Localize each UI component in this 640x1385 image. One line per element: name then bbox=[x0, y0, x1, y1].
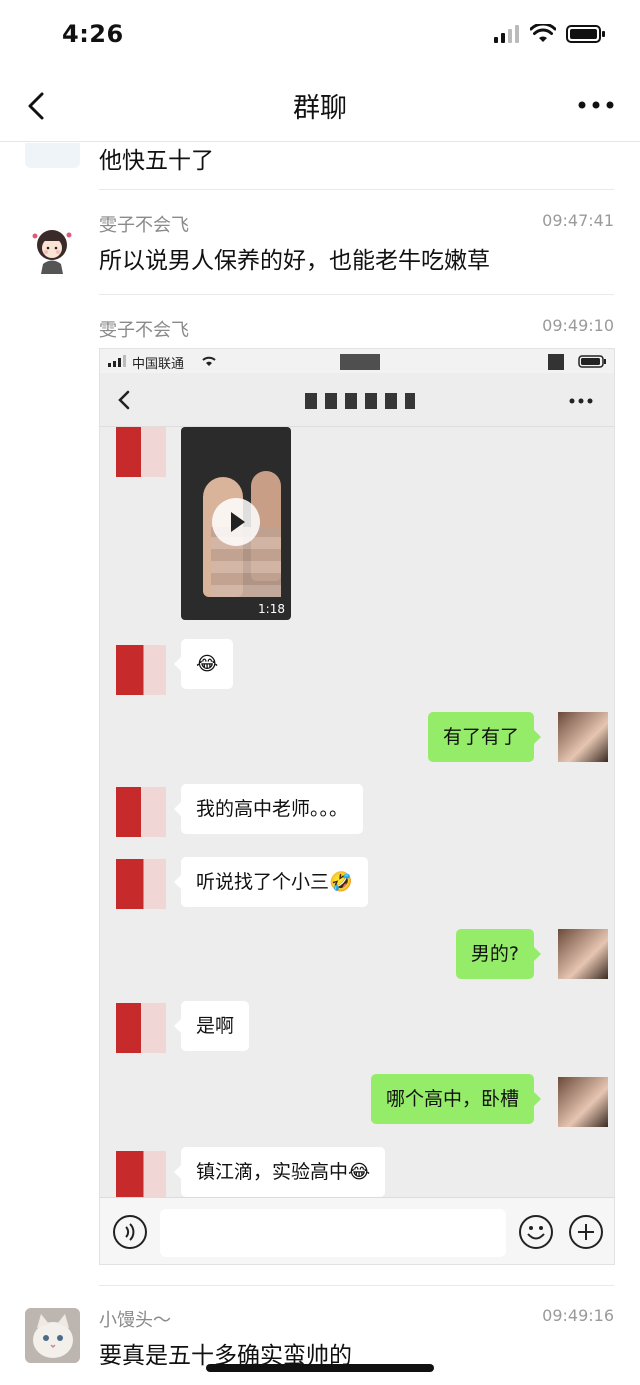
message-time: 09:49:16 bbox=[542, 1306, 614, 1325]
divider bbox=[99, 189, 614, 190]
sender-name: 雯子不会飞 bbox=[99, 320, 189, 341]
signal-icon bbox=[494, 25, 519, 43]
pixelated-avatar bbox=[116, 645, 166, 695]
message-bubble: 镇江滴，实验高中😂 bbox=[173, 1147, 386, 1197]
message-bubble: 😂 bbox=[173, 639, 234, 689]
message-time: 09:49:10 bbox=[542, 316, 614, 335]
pixelated-area bbox=[340, 354, 380, 370]
avatar[interactable] bbox=[25, 219, 80, 274]
pixelated-avatar bbox=[558, 1077, 608, 1127]
embedded-nav-bar bbox=[100, 373, 614, 427]
more-icon[interactable] bbox=[576, 90, 616, 120]
play-icon bbox=[212, 498, 260, 546]
carrier-name: 中国联通 bbox=[132, 357, 185, 372]
pixelated-avatar bbox=[116, 1151, 166, 1201]
chat-list[interactable]: 他快五十了 雯子不会飞 09:47:41 所以说男人保养的好，也能老牛吃嫩草 雯 bbox=[0, 143, 640, 1385]
sender-name: 小馒头～ bbox=[99, 1310, 171, 1331]
pixelated-avatar bbox=[116, 427, 166, 477]
more-icon bbox=[569, 398, 593, 404]
message-bubble: 哪个高中，卧槽 bbox=[370, 1074, 542, 1124]
embedded-input-bar bbox=[100, 1197, 614, 1264]
pixelated-avatar bbox=[558, 712, 608, 762]
battery-icon bbox=[578, 355, 606, 368]
message-bubble: 男的? bbox=[455, 929, 542, 979]
divider bbox=[99, 294, 614, 295]
message-bubble: 我的高中老师。。。 bbox=[173, 784, 364, 834]
emoji-icon bbox=[519, 1215, 553, 1249]
video-duration: 1:18 bbox=[258, 602, 285, 616]
embedded-status-bar: 中国联通 bbox=[100, 349, 614, 373]
video-thumbnail: 1:18 bbox=[181, 427, 291, 620]
pixelated-avatar bbox=[558, 929, 608, 979]
wifi-icon bbox=[202, 356, 216, 366]
image-message[interactable]: 中国联通 1:18 😂 有了有了 我的高中老师。。。 听说找了个小三🤣 男的? … bbox=[99, 348, 615, 1265]
nav-bar: 群聊 bbox=[0, 70, 640, 142]
sender-name: 雯子不会飞 bbox=[99, 215, 189, 236]
wifi-icon bbox=[530, 24, 556, 42]
embedded-input-field bbox=[160, 1209, 506, 1257]
plus-icon bbox=[569, 1215, 603, 1249]
avatar[interactable] bbox=[25, 143, 80, 168]
voice-icon bbox=[113, 1215, 147, 1249]
embedded-chat: 1:18 😂 有了有了 我的高中老师。。。 听说找了个小三🤣 男的? 是啊 哪个… bbox=[100, 427, 614, 1201]
message-text: 所以说男人保养的好，也能老牛吃嫩草 bbox=[99, 248, 490, 274]
message-bubble: 是啊 bbox=[173, 1001, 250, 1051]
signal-icon bbox=[108, 355, 126, 367]
divider bbox=[99, 1285, 614, 1286]
cat-avatar-icon bbox=[25, 1308, 80, 1363]
message-bubble: 有了有了 bbox=[427, 712, 542, 762]
cartoon-girl-avatar-icon bbox=[32, 230, 72, 274]
status-icons bbox=[494, 24, 606, 44]
status-bar: 4:26 bbox=[0, 0, 640, 70]
avatar[interactable] bbox=[25, 1308, 80, 1363]
page-title: 群聊 bbox=[293, 93, 347, 124]
pixelated-avatar bbox=[116, 787, 166, 837]
message-time: 09:47:41 bbox=[542, 211, 614, 230]
message-bubble: 听说找了个小三🤣 bbox=[174, 857, 368, 907]
pixelated-avatar bbox=[116, 1003, 166, 1053]
battery-icon bbox=[566, 25, 605, 43]
pixelated-title bbox=[305, 393, 415, 409]
back-icon bbox=[118, 390, 130, 410]
message-text: 他快五十了 bbox=[99, 148, 214, 174]
home-indicator[interactable] bbox=[206, 1364, 434, 1372]
status-time: 4:26 bbox=[62, 20, 124, 48]
pixelated-avatar bbox=[116, 859, 166, 909]
pixelated-area bbox=[548, 354, 564, 370]
